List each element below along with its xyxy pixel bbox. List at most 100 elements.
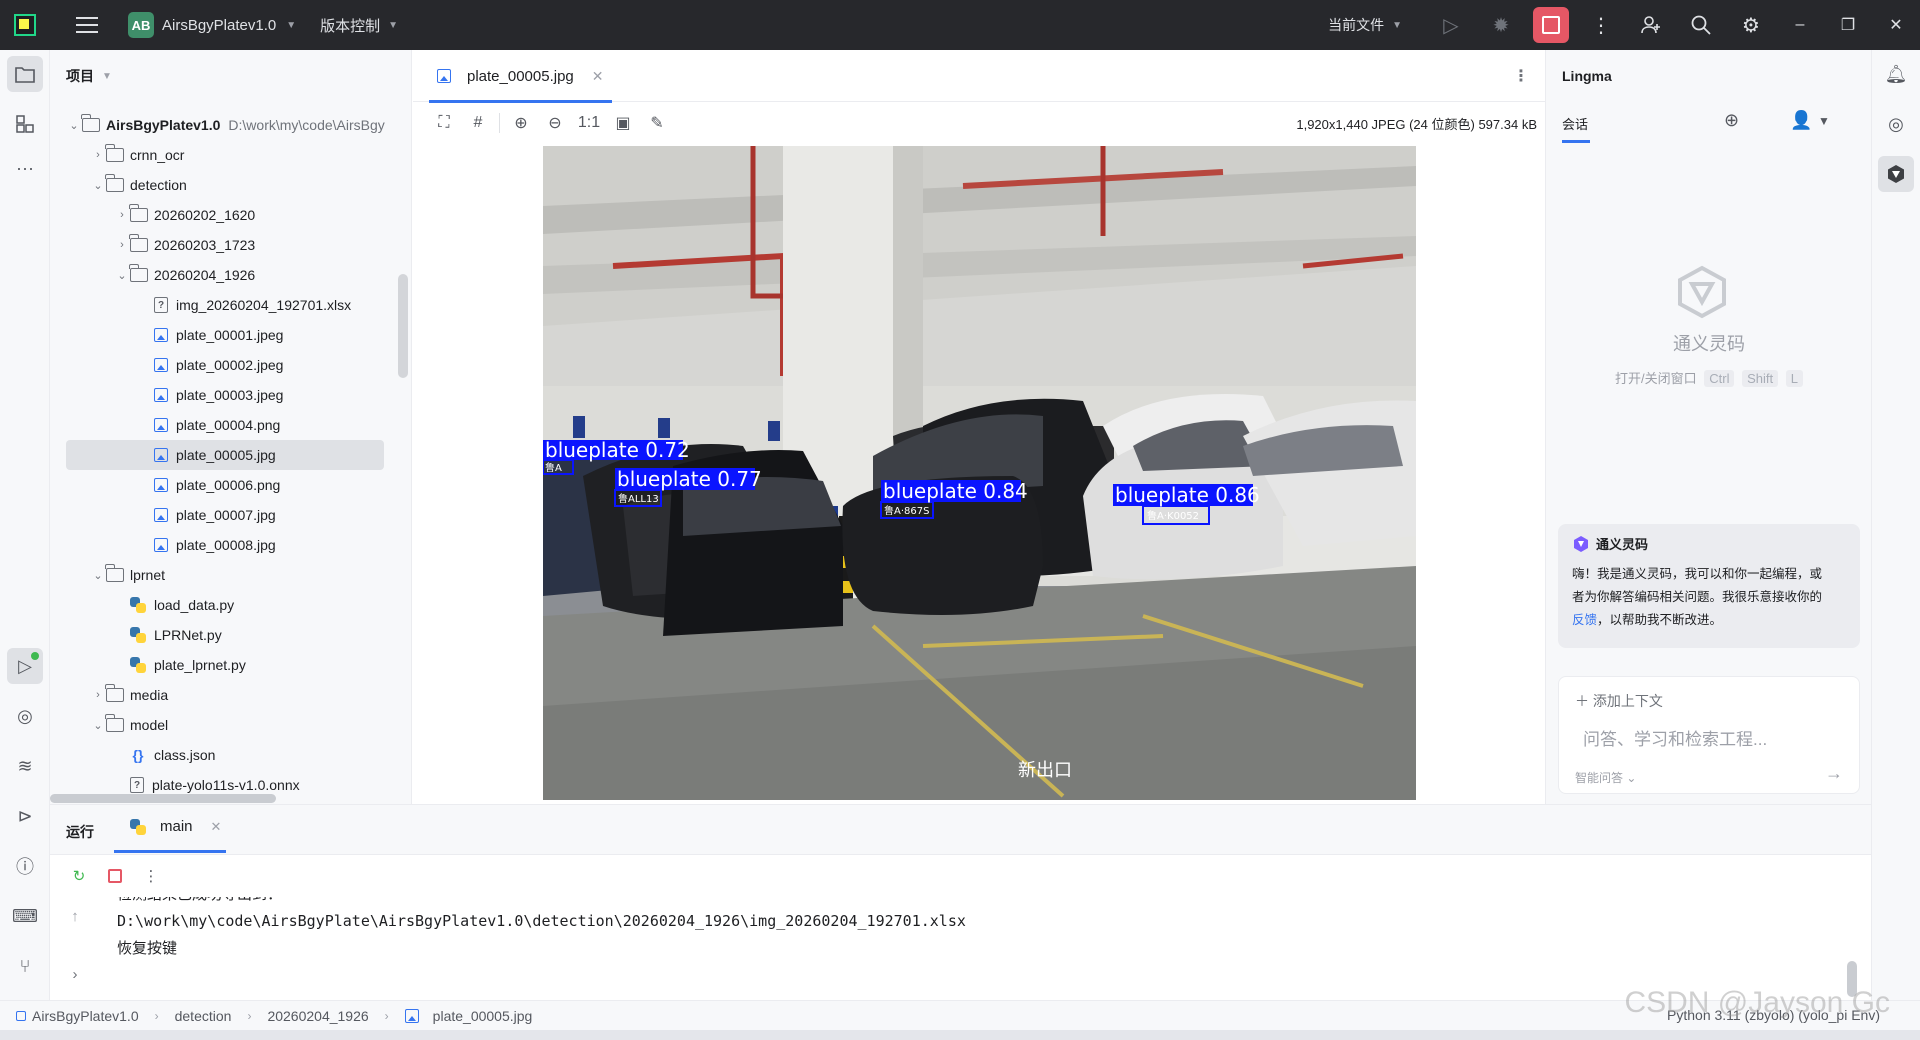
caret-down-icon[interactable]: ▼ [1818,114,1830,128]
mode-selector[interactable]: 智能问答 ⌄ [1575,769,1636,786]
project-tool-icon[interactable] [7,56,43,92]
tree-item[interactable]: plate_00001.jpeg [50,320,400,350]
tree-item[interactable]: plate_00004.png [50,410,400,440]
run-config-selector[interactable]: 当前文件 ▼ [1328,15,1402,35]
project-switcher[interactable]: AB AirsBgyPlatev1.0 ▼ [128,12,296,38]
close-window-icon[interactable]: ✕ [1872,0,1920,50]
close-tab-icon[interactable]: ✕ [211,819,222,835]
stop-button[interactable] [1533,7,1569,43]
user-icon[interactable]: 👤 [1790,110,1812,131]
terminal-tool-icon[interactable]: ⌨ [7,898,43,934]
chat-input-box[interactable]: ＋ 添加上下文 问答、学习和检索工程... 智能问答 ⌄ → [1558,676,1860,794]
left-tool-strip: ··· ▷ ◎ ≋ ⊳ ⓘ ⌨ ⑂ [0,50,50,1000]
notifications-icon[interactable]: 🔔︎ [1878,56,1914,92]
tree-item[interactable]: › crnn_ocr [50,140,400,170]
gear-icon[interactable]: ⚙ [1726,0,1776,50]
tree-item[interactable]: › media [50,680,400,710]
tree-item-label: 20260204_1926 [154,267,256,283]
run-panel-header: 运行 main ✕ [50,805,1871,855]
tree-item-selected[interactable]: plate_00005.jpg [66,440,384,470]
color-picker-icon[interactable]: ✎ [640,108,674,138]
tree-item[interactable]: ⌄ lprnet [50,560,400,590]
grid-icon[interactable]: # [461,108,495,138]
restore-window-icon[interactable]: ❐ [1824,0,1872,50]
tree-item-label: plate_lprnet.py [154,657,246,673]
python-file-icon [130,597,146,613]
tree-item[interactable]: ⌄ detection [50,170,400,200]
breadcrumb-item[interactable]: 20260204_1926 [267,1008,368,1024]
tree-item[interactable]: ⌄ model [50,710,400,740]
lingma-tool-icon[interactable] [1878,156,1914,192]
git-tool-icon[interactable]: ⑂ [7,948,43,984]
new-chat-icon[interactable]: ⊕ [1724,110,1739,131]
tree-item[interactable]: plate_00002.jpeg [50,350,400,380]
more-actions-icon[interactable]: ⋮ [1576,0,1626,50]
problems-tool-icon[interactable]: ⓘ [7,848,43,884]
tree-item[interactable]: ? img_20260204_192701.xlsx [50,290,400,320]
python-console-icon[interactable]: ◎ [7,698,43,734]
tree-item[interactable]: ⌄ 20260204_1926 [50,260,400,290]
background-icon[interactable]: ▣ [606,108,640,138]
console-output[interactable]: 检测结果已成功导出到： D:\work\my\code\AirsBgyPlate… [117,897,1817,1001]
folder-icon [129,204,148,222]
editor-tab[interactable]: plate_00005.jpg ✕ [429,50,612,103]
run-icon[interactable]: ▷ [1426,0,1476,50]
tree-item[interactable]: plate_00006.png [50,470,400,500]
tree-item[interactable]: load_data.py [50,590,400,620]
tree-item-label: img_20260204_192701.xlsx [176,297,352,313]
project-vertical-scrollbar[interactable] [398,274,408,378]
layers-tool-icon[interactable]: ≋ [7,748,43,784]
run-config-label: 当前文件 [1328,17,1385,33]
python-file-icon [130,818,146,835]
search-icon[interactable] [1676,0,1726,50]
expand-icon[interactable]: › [62,961,88,987]
add-user-icon[interactable] [1626,0,1676,50]
tree-item[interactable]: plate_00008.jpg [50,530,400,560]
chevron-right-icon: › [96,689,100,701]
scroll-up-icon[interactable]: ↑ [62,903,88,929]
tree-item[interactable]: {} class.json [50,740,400,770]
add-context-button[interactable]: ＋ 添加上下文 [1575,691,1663,711]
breadcrumb-item[interactable]: AirsBgyPlatev1.0 [32,1008,139,1024]
stop-run-button[interactable] [102,863,128,889]
feedback-link[interactable]: 反馈 [1572,613,1597,627]
tree-item-label: lprnet [130,567,166,583]
tree-item-label: plate_00001.jpeg [176,327,284,343]
run-tool-icon[interactable]: ▷ [7,648,43,684]
project-panel-header[interactable]: 项目 ▼ [50,50,411,102]
main-menu-icon[interactable] [76,17,98,33]
fit-to-window-icon[interactable]: ⛶ [427,108,461,138]
project-horizontal-scrollbar[interactable] [50,794,276,803]
tree-root[interactable]: ⌄ AirsBgyPlatev1.0 D:\work\my\code\AirsB… [50,110,400,140]
tree-item[interactable]: plate_00007.jpg [50,500,400,530]
tree-item[interactable]: plate_00003.jpeg [50,380,400,410]
lingma-tab-chat[interactable]: 会话 [1562,114,1588,133]
chevron-right-icon: › [384,1008,389,1023]
actual-size-button[interactable]: 1:1 [572,108,606,138]
ai-assistant-icon[interactable]: ◎ [1878,106,1914,142]
send-arrow-icon[interactable]: → [1825,763,1843,784]
vcs-menu[interactable]: 版本控制 ▼ [320,15,398,36]
more-actions-icon[interactable]: ⋮ [138,863,164,889]
breadcrumb-item[interactable]: detection [175,1008,232,1024]
rerun-icon[interactable]: ↻ [66,863,92,889]
tree-item[interactable]: › 20260203_1723 [50,230,400,260]
tab-more-icon[interactable]: ⋮ [1513,66,1529,86]
tree-item[interactable]: plate_lprnet.py [50,650,400,680]
debug-icon[interactable]: ✹ [1476,0,1526,50]
tree-item[interactable]: LPRNet.py [50,620,400,650]
minimize-window-icon[interactable]: – [1776,0,1824,50]
tree-item[interactable]: › 20260202_1620 [50,200,400,230]
tree-item-label: plate_00007.jpg [176,507,276,523]
close-tab-icon[interactable]: ✕ [592,68,604,85]
zoom-out-icon[interactable]: ⊖ [538,108,572,138]
zoom-in-icon[interactable]: ⊕ [504,108,538,138]
chat-input-placeholder[interactable]: 问答、学习和检索工程... [1583,725,1767,750]
services-tool-icon[interactable]: ⊳ [7,798,43,834]
tree-item-label: plate_00005.jpg [176,447,276,463]
run-tab-main[interactable]: main ✕ [130,818,221,835]
structure-tool-icon[interactable] [7,106,43,142]
module-icon [16,1010,26,1021]
breadcrumb-item[interactable]: plate_00005.jpg [433,1008,533,1024]
more-tools-icon[interactable]: ··· [7,150,43,186]
